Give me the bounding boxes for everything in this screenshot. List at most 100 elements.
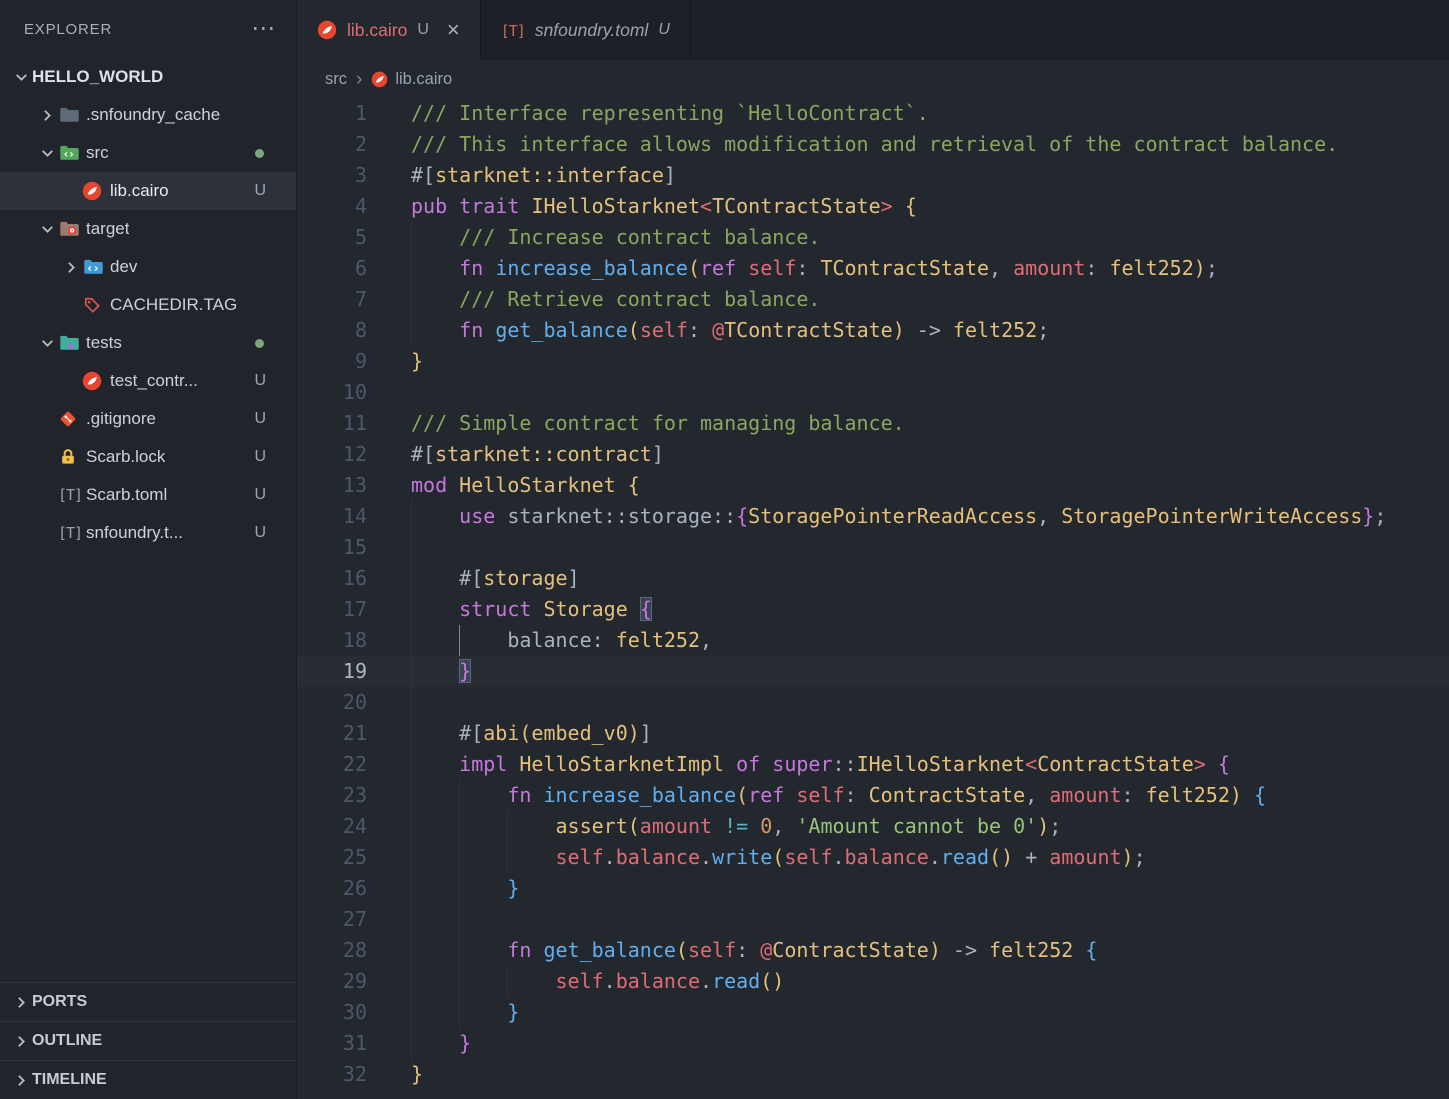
code-line[interactable]: 3#[starknet::interface] [297, 160, 1449, 191]
chevron-down-icon[interactable] [36, 145, 58, 162]
code-line[interactable]: 18 balance: felt252, [297, 625, 1449, 656]
tab-lib-cairo[interactable]: lib.cairoU× [297, 0, 481, 60]
code-line[interactable]: 30 } [297, 997, 1449, 1028]
code-line[interactable]: 10 [297, 377, 1449, 408]
line-number[interactable]: 7 [297, 284, 367, 315]
code-line[interactable]: 31 } [297, 1028, 1449, 1059]
breadcrumb: src › lib.cairo [297, 60, 1449, 98]
tree-item-snfoundry-t[interactable]: [T]snfoundry.t...U [0, 514, 296, 552]
line-number[interactable]: 22 [297, 749, 367, 780]
line-number[interactable]: 2 [297, 129, 367, 160]
line-number[interactable]: 10 [297, 377, 367, 408]
line-number[interactable]: 18 [297, 625, 367, 656]
tree-item-cachedir-tag[interactable]: CACHEDIR.TAG [0, 286, 296, 324]
line-number[interactable]: 28 [297, 935, 367, 966]
line-number[interactable]: 6 [297, 253, 367, 284]
code-line[interactable]: 19 } [297, 656, 1449, 687]
code-line[interactable]: 6 fn increase_balance(ref self: TContrac… [297, 253, 1449, 284]
line-number[interactable]: 23 [297, 780, 367, 811]
indent-guide [459, 904, 460, 935]
breadcrumb-folder[interactable]: src [325, 70, 347, 89]
panel-ports[interactable]: PORTS [0, 982, 296, 1021]
code-line[interactable]: 16 #[storage] [297, 563, 1449, 594]
line-number[interactable]: 21 [297, 718, 367, 749]
code-line[interactable]: 22 impl HelloStarknetImpl of super::IHel… [297, 749, 1449, 780]
tree-item-scarb-toml[interactable]: [T]Scarb.tomlU [0, 476, 296, 514]
code-line[interactable]: 5 /// Increase contract balance. [297, 222, 1449, 253]
tree-item-src[interactable]: src [0, 134, 296, 172]
tree-item-gitignore[interactable]: .gitignoreU [0, 400, 296, 438]
code-line[interactable]: 25 self.balance.write(self.balance.read(… [297, 842, 1449, 873]
line-number[interactable]: 9 [297, 346, 367, 377]
chevron-right-icon[interactable] [36, 107, 58, 124]
line-number[interactable]: 1 [297, 98, 367, 129]
code-line[interactable]: 27 [297, 904, 1449, 935]
close-icon[interactable]: × [447, 19, 460, 41]
line-number[interactable]: 11 [297, 408, 367, 439]
line-number[interactable]: 26 [297, 873, 367, 904]
breadcrumb-file[interactable]: lib.cairo [395, 70, 452, 89]
code-line[interactable]: 23 fn increase_balance(ref self: Contrac… [297, 780, 1449, 811]
line-number[interactable]: 17 [297, 594, 367, 625]
code-line[interactable]: 20 [297, 687, 1449, 718]
tree-item-tests[interactable]: tests [0, 324, 296, 362]
git-status-badge: U [254, 448, 266, 466]
tab-snfoundry-toml[interactable]: [T]snfoundry.tomlU [481, 0, 691, 60]
folder-tests-icon [58, 332, 86, 354]
code-line[interactable]: 28 fn get_balance(self: @ContractState) … [297, 935, 1449, 966]
code-line-content: } [411, 1059, 423, 1090]
line-number[interactable]: 8 [297, 315, 367, 346]
line-number[interactable]: 25 [297, 842, 367, 873]
tree-item-scarb-lock[interactable]: Scarb.lockU [0, 438, 296, 476]
panel-timeline[interactable]: TIMELINE [0, 1060, 296, 1099]
tree-item-target[interactable]: target [0, 210, 296, 248]
line-number[interactable]: 32 [297, 1059, 367, 1090]
line-number[interactable]: 3 [297, 160, 367, 191]
tree-item-snfoundry-cache[interactable]: .snfoundry_cache [0, 96, 296, 134]
code-line[interactable]: 7 /// Retrieve contract balance. [297, 284, 1449, 315]
line-number[interactable]: 16 [297, 563, 367, 594]
code-line[interactable]: 11/// Simple contract for managing balan… [297, 408, 1449, 439]
code-line[interactable]: 2/// This interface allows modification … [297, 129, 1449, 160]
code-line[interactable]: 29 self.balance.read() [297, 966, 1449, 997]
code-line[interactable]: 15 [297, 532, 1449, 563]
tree-item-dev[interactable]: dev [0, 248, 296, 286]
workspace-root-folder[interactable]: HELLO_WORLD [0, 58, 296, 96]
code-line[interactable]: 13mod HelloStarknet { [297, 470, 1449, 501]
line-number[interactable]: 29 [297, 966, 367, 997]
line-number[interactable]: 4 [297, 191, 367, 222]
line-number[interactable]: 20 [297, 687, 367, 718]
line-number[interactable]: 19 [297, 656, 367, 687]
line-number[interactable]: 24 [297, 811, 367, 842]
chevron-right-icon[interactable] [60, 259, 82, 276]
panel-outline[interactable]: OUTLINE [0, 1021, 296, 1060]
line-number[interactable]: 15 [297, 532, 367, 563]
line-number[interactable]: 27 [297, 904, 367, 935]
code-line-content: impl HelloStarknetImpl of super::IHelloS… [411, 749, 1230, 780]
code-line[interactable]: 4pub trait IHelloStarknet<TContractState… [297, 191, 1449, 222]
code-line[interactable]: 26 } [297, 873, 1449, 904]
code-editor[interactable]: 1 /// Interface representing `HelloContra… [297, 98, 1449, 1099]
line-number[interactable]: 12 [297, 439, 367, 470]
code-line[interactable]: 14 use starknet::storage::{StoragePointe… [297, 501, 1449, 532]
code-line[interactable]: 12#[starknet::contract] [297, 439, 1449, 470]
code-line[interactable]: 1 /// Interface representing `HelloContra… [297, 98, 1449, 129]
chevron-down-icon[interactable] [36, 221, 58, 238]
tree-item-test-contr[interactable]: test_contr...U [0, 362, 296, 400]
code-line[interactable]: 9} [297, 346, 1449, 377]
tree-item-lib-cairo[interactable]: lib.cairoU [0, 172, 296, 210]
code-line[interactable]: 21 #[abi(embed_v0)] [297, 718, 1449, 749]
code-line[interactable]: 24 assert(amount != 0, 'Amount cannot be… [297, 811, 1449, 842]
indent-guide [411, 501, 412, 532]
code-line[interactable]: 32} [297, 1059, 1449, 1090]
line-number[interactable]: 31 [297, 1028, 367, 1059]
code-line[interactable]: 8 fn get_balance(self: @TContractState) … [297, 315, 1449, 346]
line-number[interactable]: 13 [297, 470, 367, 501]
code-line-content: /// Interface representing `HelloContrac… [411, 98, 929, 129]
code-line[interactable]: 17 struct Storage { [297, 594, 1449, 625]
line-number[interactable]: 14 [297, 501, 367, 532]
chevron-down-icon[interactable] [36, 335, 58, 352]
editor-group: lib.cairoU×[T]snfoundry.tomlU src › lib.… [297, 0, 1449, 1099]
line-number[interactable]: 30 [297, 997, 367, 1028]
line-number[interactable]: 5 [297, 222, 367, 253]
